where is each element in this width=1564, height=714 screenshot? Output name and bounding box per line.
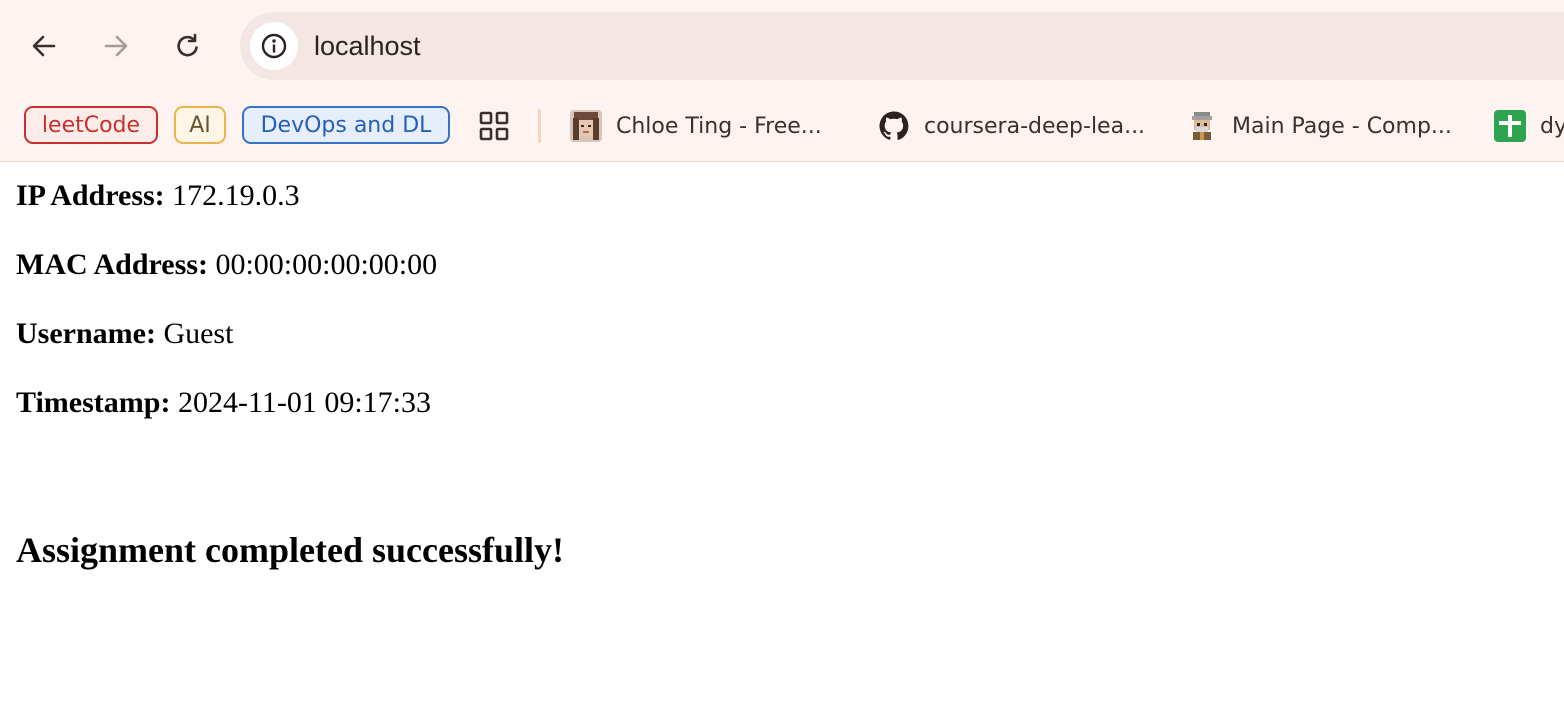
arrow-right-icon (104, 35, 128, 57)
mac-address-label: MAC Address: (16, 248, 216, 281)
pixel-character-favicon (1192, 112, 1212, 140)
avatar-favicon (570, 110, 602, 142)
mac-address-row: MAC Address: 00:00:00:00:00:00 (16, 247, 437, 283)
bookmark-dy[interactable]: dy (1494, 106, 1564, 146)
username-label: Username: (16, 317, 164, 350)
timestamp-row: Timestamp: 2024-11-01 09:17:33 (16, 385, 431, 421)
forward-button[interactable] (94, 24, 138, 68)
bookmark-main-page[interactable]: Main Page - Comp... (1186, 106, 1452, 146)
bookmarks-bar: leetCode AI DevOps and DL Chloe Ting - F… (0, 100, 1564, 152)
ip-address-row: IP Address: 172.19.0.3 (16, 178, 300, 214)
green-plus-favicon (1494, 110, 1526, 142)
browser-toolbar: localhost (0, 0, 1564, 92)
info-circle-icon (261, 33, 287, 59)
arrow-left-icon (32, 35, 56, 57)
ip-address-value: 172.19.0.3 (172, 179, 300, 212)
ip-address-label: IP Address: (16, 179, 173, 212)
bookmarks-divider (538, 109, 541, 143)
bookmark-label: coursera-deep-lea... (924, 113, 1146, 139)
success-message: Assignment completed successfully! (16, 530, 564, 570)
timestamp-value: 2024-11-01 09:17:33 (177, 386, 431, 419)
browser-chrome: localhost leetCode AI DevOps and DL Chlo… (0, 0, 1564, 162)
address-bar[interactable]: localhost (240, 12, 1564, 80)
bookmark-coursera[interactable]: coursera-deep-lea... (878, 106, 1145, 146)
bookmark-folder-devops[interactable]: DevOps and DL (242, 106, 450, 144)
site-info-button[interactable] (250, 22, 298, 70)
timestamp-label: Timestamp: (16, 386, 178, 419)
apps-grid-icon[interactable] (478, 110, 510, 142)
reload-icon (177, 33, 198, 57)
url-text[interactable]: localhost (314, 12, 421, 80)
bookmark-label: Chloe Ting - Free... (616, 113, 822, 139)
bookmark-label: dy (1540, 113, 1564, 139)
bookmark-folder-leetcode[interactable]: leetCode (24, 106, 158, 144)
bookmark-label: Main Page - Comp... (1232, 113, 1452, 139)
bookmark-folder-ai[interactable]: AI (174, 106, 226, 144)
reload-button[interactable] (166, 24, 210, 68)
github-icon (879, 111, 909, 140)
username-value: Guest (163, 317, 234, 350)
bookmark-chloe-ting[interactable]: Chloe Ting - Free... (570, 106, 822, 146)
back-button[interactable] (22, 24, 66, 68)
mac-address-value: 00:00:00:00:00:00 (215, 248, 438, 281)
username-row: Username: Guest (16, 316, 233, 352)
